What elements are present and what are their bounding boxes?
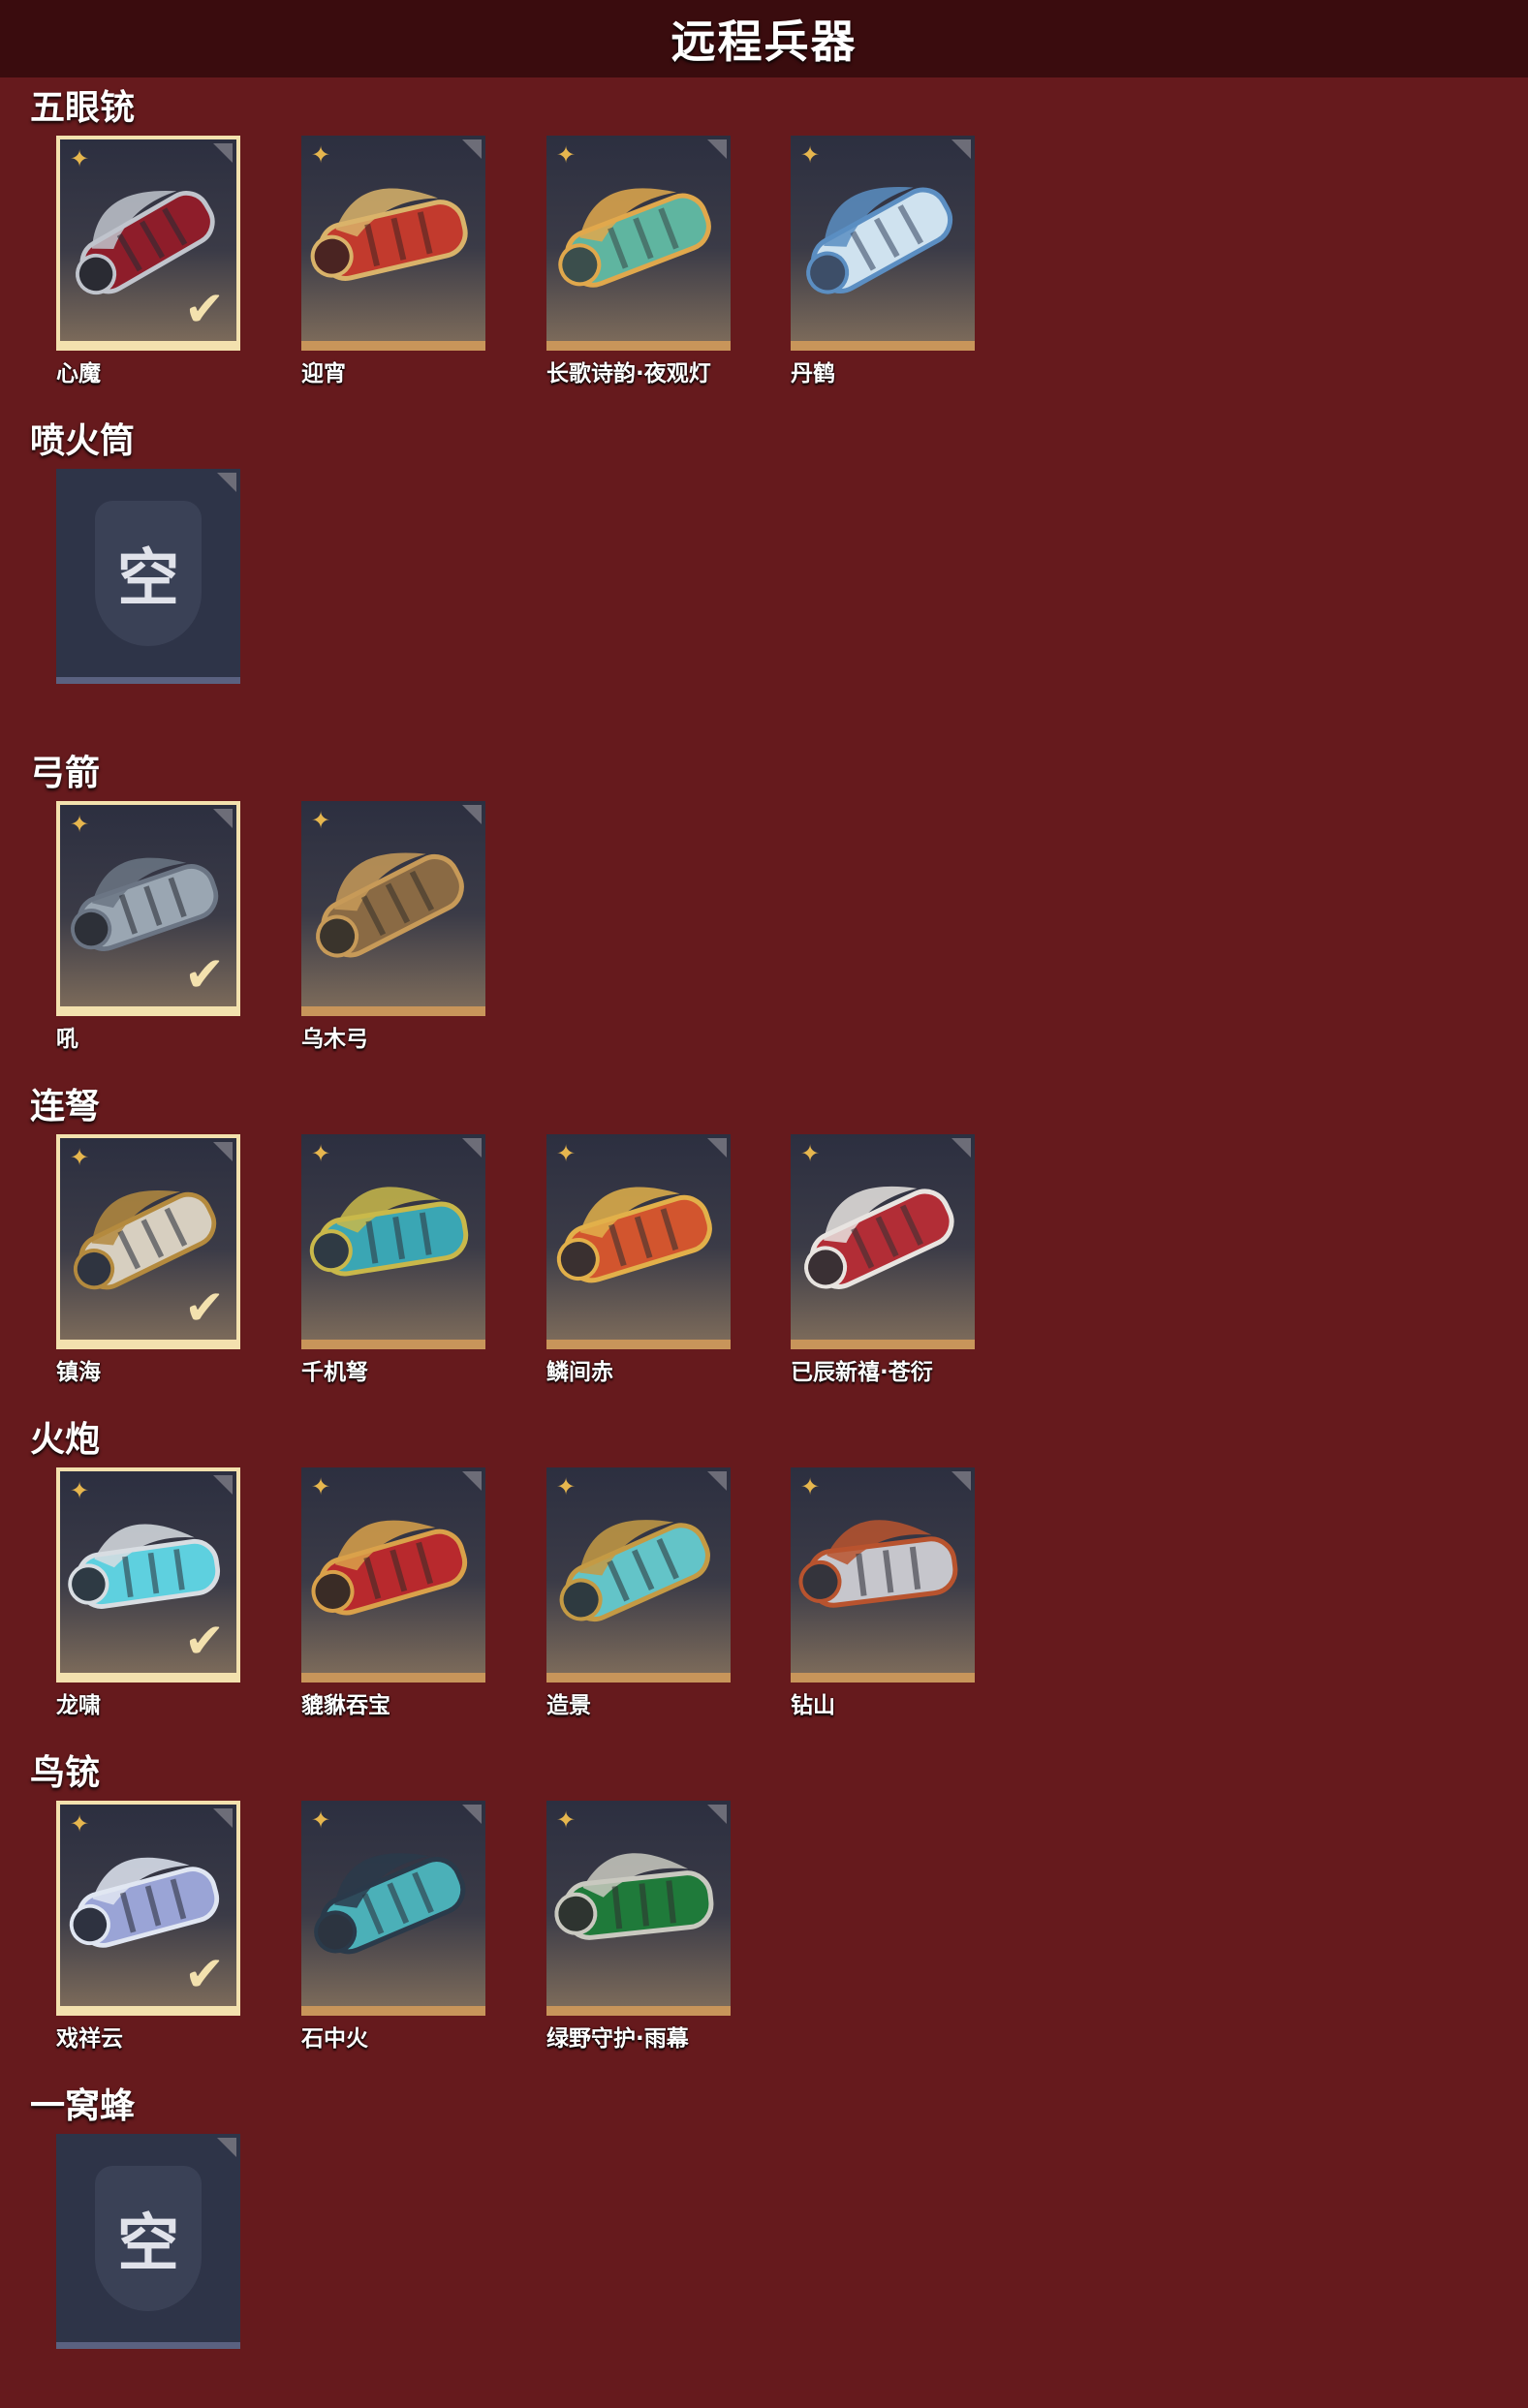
empty-weapon-slot[interactable]: 空 (56, 469, 240, 684)
weapon-name: 钻山 (791, 1693, 835, 1718)
rarity-star-icon: ✦ (70, 1477, 90, 1504)
weapon-name: 乌木弓 (301, 1027, 368, 1052)
weapon-name: 心魔 (56, 361, 101, 386)
rarity-star-icon: ✦ (70, 811, 90, 838)
weapon-card[interactable]: ✦ ✔ 心魔 (56, 136, 240, 386)
equipped-check-icon: ✔ (184, 1613, 225, 1669)
rarity-star-icon: ✦ (311, 807, 331, 834)
weapon-card[interactable]: ✦ 千机弩 (301, 1134, 485, 1385)
weapon-tile[interactable]: ✦ (546, 1467, 731, 1683)
empty-slot-tile[interactable]: 空 (56, 469, 240, 684)
rarity-star-icon: ✦ (556, 1473, 577, 1500)
empty-slot-label: 空 (117, 2207, 179, 2280)
weapon-card[interactable]: ✦ 迎宵 (301, 136, 485, 386)
weapon-name: 丹鹤 (791, 361, 835, 386)
category-title: 火炮 (30, 1420, 101, 1460)
weapon-tile[interactable]: ✦ ✔ (56, 1467, 240, 1683)
weapon-tile[interactable]: ✦ (791, 136, 975, 351)
weapon-name: 迎宵 (301, 361, 346, 386)
weapon-card[interactable]: ✦ ✔ 吼 (56, 801, 240, 1052)
rarity-star-icon: ✦ (800, 1473, 821, 1500)
weapon-tile[interactable]: ✦ (546, 1801, 731, 2016)
weapon-name: 千机弩 (301, 1360, 368, 1385)
weapon-tile[interactable]: ✦ ✔ (56, 136, 240, 351)
rarity-star-icon: ✦ (556, 141, 577, 169)
equipped-check-icon: ✔ (184, 281, 225, 337)
weapon-name: 戏祥云 (56, 2026, 123, 2052)
empty-slot-tile[interactable]: 空 (56, 2134, 240, 2349)
equipped-check-icon: ✔ (184, 1280, 225, 1336)
category-title: 弓箭 (30, 754, 101, 793)
weapon-card[interactable]: ✦ 绿野守护·雨幕 (546, 1801, 731, 2052)
weapon-name: 长歌诗韵·夜观灯 (546, 361, 711, 386)
weapon-name: 石中火 (301, 2026, 368, 2052)
rarity-star-icon: ✦ (311, 1140, 331, 1167)
weapon-name: 镇海 (56, 1360, 101, 1385)
weapon-card[interactable]: ✦ ✔ 戏祥云 (56, 1801, 240, 2052)
empty-weapon-slot[interactable]: 空 (56, 2134, 240, 2349)
weapon-card[interactable]: ✦ 钻山 (791, 1467, 975, 1718)
weapon-tile[interactable]: ✦ (301, 1801, 485, 2016)
rarity-star-icon: ✦ (311, 141, 331, 169)
weapon-card[interactable]: ✦ ✔ 龙啸 (56, 1467, 240, 1718)
rarity-star-icon: ✦ (70, 1144, 90, 1171)
weapon-tile[interactable]: ✦ (546, 136, 731, 351)
rarity-star-icon: ✦ (556, 1806, 577, 1834)
weapon-tile[interactable]: ✦ (791, 1134, 975, 1349)
weapon-name: 貔貅吞宝 (301, 1693, 390, 1718)
category-title: 连弩 (30, 1087, 101, 1127)
category-title: 喷火筒 (30, 421, 136, 461)
weapon-name: 龙啸 (56, 1693, 101, 1718)
weapon-card[interactable]: ✦ 鳞间赤 (546, 1134, 731, 1385)
rarity-star-icon: ✦ (70, 145, 90, 172)
empty-slot-label: 空 (117, 542, 179, 615)
rarity-star-icon: ✦ (311, 1806, 331, 1834)
weapon-card[interactable]: ✦ 乌木弓 (301, 801, 485, 1052)
page-title: 远程兵器 (0, 0, 1528, 77)
weapon-card[interactable]: ✦ 石中火 (301, 1801, 485, 2052)
weapon-name: 已辰新禧·苍衍 (791, 1360, 933, 1385)
weapon-tile[interactable]: ✦ ✔ (56, 1134, 240, 1349)
category-title: 鸟铳 (30, 1753, 101, 1793)
weapon-card[interactable]: ✦ 已辰新禧·苍衍 (791, 1134, 975, 1385)
weapon-tile[interactable]: ✦ (546, 1134, 731, 1349)
weapon-tile[interactable]: ✦ ✔ (56, 801, 240, 1016)
weapon-tile[interactable]: ✦ (301, 801, 485, 1016)
page-title-text: 远程兵器 (670, 15, 858, 68)
category-title: 五眼铳 (30, 88, 136, 128)
weapon-tile[interactable]: ✦ (301, 1134, 485, 1349)
equipped-check-icon: ✔ (184, 946, 225, 1003)
weapon-card[interactable]: ✦ 貔貅吞宝 (301, 1467, 485, 1718)
rarity-star-icon: ✦ (311, 1473, 331, 1500)
rarity-star-icon: ✦ (556, 1140, 577, 1167)
weapon-tile[interactable]: ✦ (791, 1467, 975, 1683)
weapon-card[interactable]: ✦ 丹鹤 (791, 136, 975, 386)
weapon-tile[interactable]: ✦ (301, 136, 485, 351)
weapon-tile[interactable]: ✦ (301, 1467, 485, 1683)
weapon-name: 造景 (546, 1693, 591, 1718)
rarity-star-icon: ✦ (70, 1810, 90, 1837)
weapon-name: 鳞间赤 (546, 1360, 613, 1385)
weapon-card[interactable]: ✦ ✔ 镇海 (56, 1134, 240, 1385)
weapon-tile[interactable]: ✦ ✔ (56, 1801, 240, 2016)
rarity-star-icon: ✦ (800, 1140, 821, 1167)
weapon-name: 绿野守护·雨幕 (546, 2026, 689, 2052)
category-title: 一窝蜂 (30, 2086, 136, 2126)
weapon-card[interactable]: ✦ 长歌诗韵·夜观灯 (546, 136, 731, 386)
weapon-name: 吼 (56, 1027, 78, 1052)
rarity-star-icon: ✦ (800, 141, 821, 169)
equipped-check-icon: ✔ (184, 1946, 225, 2002)
weapon-card[interactable]: ✦ 造景 (546, 1467, 731, 1718)
